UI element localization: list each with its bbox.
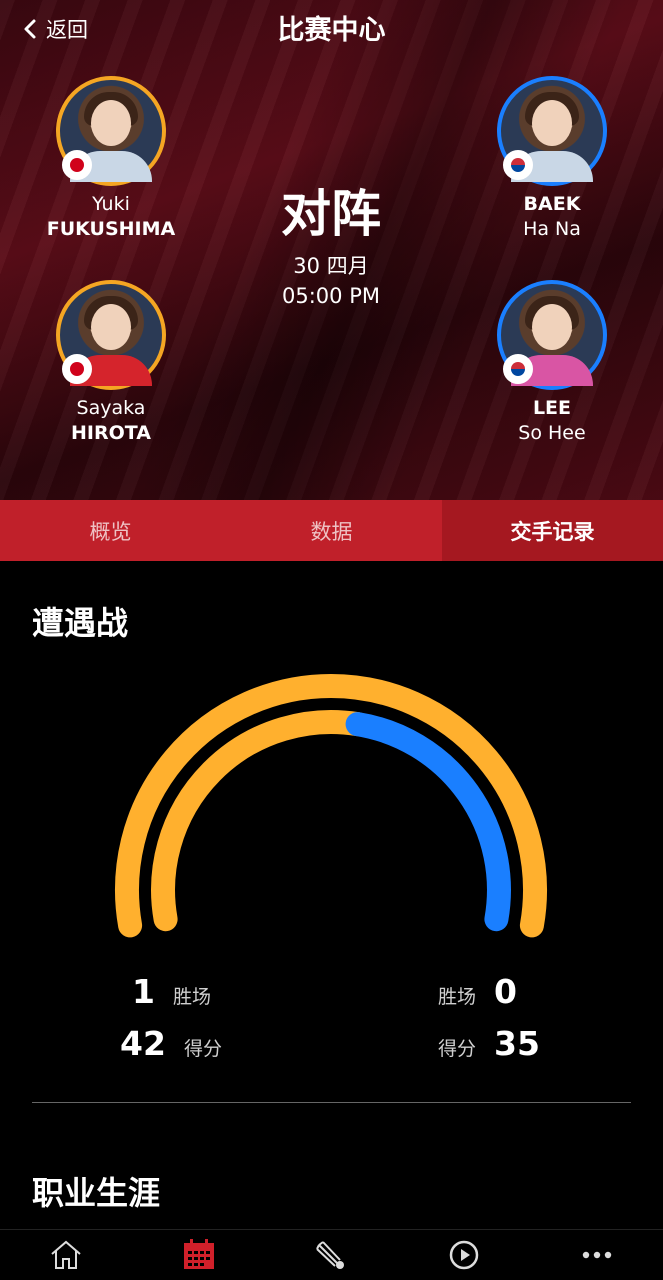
match-date: 30 四月 xyxy=(293,254,369,278)
right-wins: 胜场 0 xyxy=(438,972,517,1011)
home-icon xyxy=(51,1240,81,1269)
head-to-head-heading: 遭遇战 xyxy=(32,604,129,642)
right-points-label: 得分 xyxy=(438,1038,477,1060)
gauge-chart xyxy=(115,673,547,938)
japan-flag-icon xyxy=(62,150,92,180)
korea-flag-icon xyxy=(503,150,533,180)
player-right-bottom[interactable]: LEE So Hee xyxy=(452,280,652,446)
left-wins: 1 胜场 xyxy=(132,972,211,1011)
more-icon xyxy=(582,1251,611,1259)
player-first-name: Sayaka xyxy=(76,397,146,419)
shuttlecock-icon xyxy=(316,1241,345,1269)
left-points: 42 得分 xyxy=(120,1024,222,1063)
player-first-name: Yuki xyxy=(92,193,130,215)
head-to-head-stats: 1 胜场 42 得分 胜场 0 得分 35 xyxy=(0,972,663,1072)
play-icon xyxy=(449,1240,479,1270)
player-right-top[interactable]: BAEK Ha Na xyxy=(452,76,652,242)
tab-bar: 概览 数据 交手记录 xyxy=(0,500,663,561)
vs-label: 对阵 xyxy=(281,185,381,243)
player-last-name: BAEK xyxy=(523,193,581,215)
player-left-bottom[interactable]: Sayaka HIROTA xyxy=(11,280,211,446)
player-last-name: LEE xyxy=(532,397,572,419)
japan-flag-icon xyxy=(62,354,92,384)
match-hero: 返回 比赛中心 Yuki FUKUSHIMA Sayaka HIROTA 对阵 … xyxy=(0,0,663,500)
top-bar: 返回 比赛中心 xyxy=(0,0,663,56)
nav-calendar[interactable] xyxy=(133,1230,266,1280)
right-wins-value: 0 xyxy=(494,972,517,1011)
tab-overview[interactable]: 概览 xyxy=(0,500,221,561)
player-avatar xyxy=(56,280,166,390)
player-avatar xyxy=(497,280,607,390)
tab-head-to-head[interactable]: 交手记录 xyxy=(442,500,663,561)
player-first-name: So Hee xyxy=(518,422,586,444)
nav-shuttlecock[interactable] xyxy=(265,1230,398,1280)
match-info: 对阵 30 四月 05:00 PM xyxy=(216,185,446,311)
nav-video[interactable] xyxy=(398,1230,531,1280)
match-time: 05:00 PM xyxy=(282,284,380,308)
tab-stats[interactable]: 数据 xyxy=(221,500,442,561)
player-left-top[interactable]: Yuki FUKUSHIMA xyxy=(11,76,211,242)
player-avatar xyxy=(497,76,607,186)
left-points-value: 42 xyxy=(120,1024,166,1063)
calendar-icon xyxy=(183,1239,214,1269)
section-divider xyxy=(32,1102,631,1103)
player-avatar xyxy=(56,76,166,186)
right-points-value: 35 xyxy=(494,1024,540,1063)
head-to-head-gauge xyxy=(0,640,663,970)
right-points: 得分 35 xyxy=(438,1024,540,1063)
right-wins-label: 胜场 xyxy=(438,986,477,1008)
left-wins-label: 胜场 xyxy=(172,986,211,1008)
player-first-name: Ha Na xyxy=(523,218,581,240)
left-wins-value: 1 xyxy=(132,972,155,1011)
career-heading: 职业生涯 xyxy=(32,1174,161,1212)
nav-more[interactable] xyxy=(530,1230,663,1280)
nav-home[interactable] xyxy=(0,1230,133,1280)
player-last-name: FUKUSHIMA xyxy=(46,218,176,240)
korea-flag-icon xyxy=(503,354,533,384)
player-last-name: HIROTA xyxy=(71,422,151,444)
page-title: 比赛中心 xyxy=(277,15,386,46)
bottom-nav xyxy=(0,1229,663,1280)
left-points-label: 得分 xyxy=(183,1038,222,1060)
